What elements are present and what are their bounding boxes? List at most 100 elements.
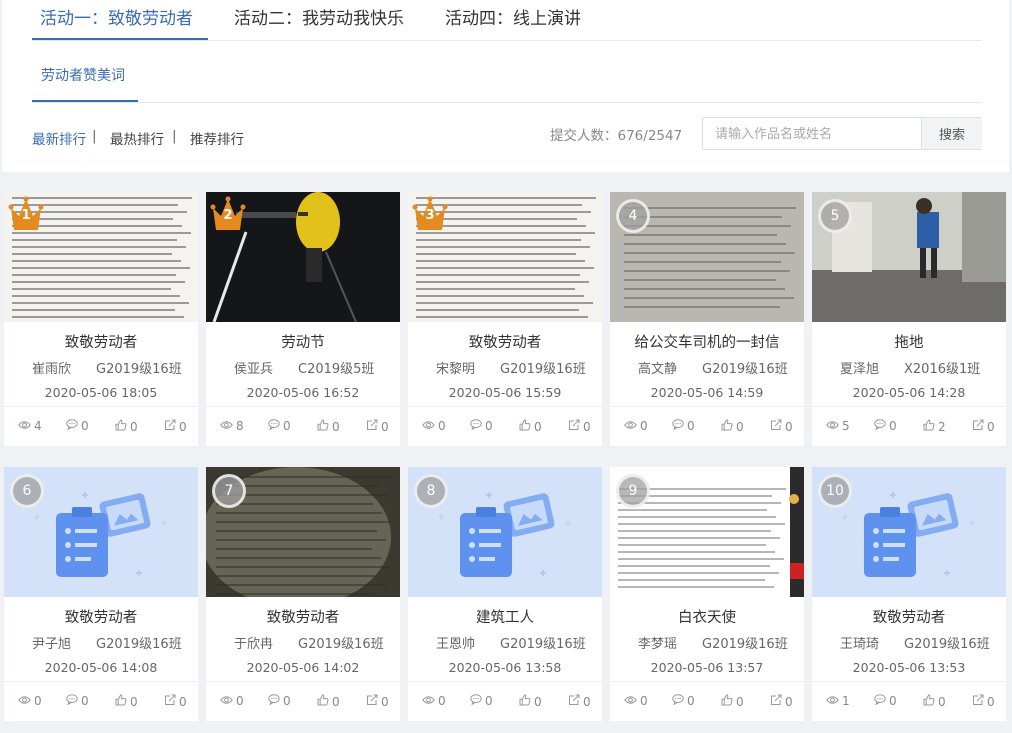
views-count: 0 bbox=[236, 694, 244, 708]
sort-hottest[interactable]: 最热排行 bbox=[110, 128, 164, 148]
author-class: G2019级16班 bbox=[298, 637, 384, 652]
rank-badge: 10 bbox=[818, 474, 852, 508]
comments-stat[interactable]: 0 bbox=[66, 694, 89, 708]
rank-number: 9 bbox=[628, 483, 638, 499]
work-card[interactable]: 4 给公交车司机的一封信 高文静 G2019级16班 2020-05-06 14… bbox=[610, 192, 804, 446]
views-stat: 0 bbox=[422, 694, 446, 708]
author-class: C2019级5班 bbox=[298, 362, 375, 377]
views-stat: 8 bbox=[220, 419, 244, 433]
rank-number: 3 bbox=[425, 208, 435, 223]
work-title[interactable]: 劳动节 bbox=[206, 331, 400, 352]
rank-badge: 7 bbox=[212, 474, 246, 508]
submit-date: 2020-05-06 18:05 bbox=[44, 385, 158, 400]
eye-icon bbox=[18, 694, 34, 708]
comments-stat[interactable]: 0 bbox=[874, 694, 897, 708]
tab-activity-1[interactable]: 活动一：致敬劳动者 bbox=[40, 4, 193, 29]
comments-stat[interactable]: 0 bbox=[268, 419, 291, 433]
likes-stat[interactable]: 0 bbox=[519, 419, 542, 434]
card-stats: 0 0 0 0 bbox=[610, 681, 804, 721]
work-title[interactable]: 给公交车司机的一封信 bbox=[610, 331, 804, 352]
shares-stat[interactable]: 0 bbox=[770, 694, 793, 709]
thumbs-up-icon bbox=[317, 419, 332, 434]
shares-count: 0 bbox=[381, 419, 389, 434]
shares-stat[interactable]: 0 bbox=[366, 694, 389, 709]
likes-stat[interactable]: 0 bbox=[519, 694, 542, 709]
shares-stat[interactable]: 0 bbox=[770, 419, 793, 434]
subtabs: 劳动者赞美词 bbox=[32, 41, 982, 103]
search-input[interactable] bbox=[703, 118, 921, 149]
shares-stat[interactable]: 0 bbox=[972, 694, 995, 709]
comments-stat[interactable]: 0 bbox=[874, 419, 897, 433]
eye-icon bbox=[18, 419, 34, 433]
comments-stat[interactable]: 0 bbox=[470, 419, 493, 433]
comments-stat[interactable]: 0 bbox=[268, 694, 291, 708]
work-title[interactable]: 致敬劳动者 bbox=[4, 606, 198, 627]
comments-stat[interactable]: 0 bbox=[66, 419, 89, 433]
submit-date: 2020-05-06 14:28 bbox=[852, 385, 966, 400]
work-card[interactable]: 9 白衣天使 李梦瑶 G2019级16班 2020-05-06 13:57 0 … bbox=[610, 467, 804, 721]
share-icon bbox=[366, 694, 381, 709]
author-name: 于欣冉 bbox=[234, 637, 274, 652]
work-card[interactable]: 6 致敬劳动者 尹子旭 G2019级16班 2020-05-06 14:08 0… bbox=[4, 467, 198, 721]
search-button[interactable]: 搜索 bbox=[921, 118, 982, 149]
comments-stat[interactable]: 0 bbox=[470, 694, 493, 708]
submit-date: 2020-05-06 13:57 bbox=[650, 660, 764, 675]
work-card[interactable]: 1 致敬劳动者 崔雨欣 G2019级16班 2020-05-06 18:05 4… bbox=[4, 192, 198, 446]
shares-count: 0 bbox=[179, 419, 187, 434]
shares-stat[interactable]: 0 bbox=[164, 694, 187, 709]
work-title[interactable]: 致敬劳动者 bbox=[812, 606, 1006, 627]
likes-stat[interactable]: 0 bbox=[721, 694, 744, 709]
likes-count: 0 bbox=[938, 694, 946, 709]
work-card[interactable]: 8 建筑工人 王恩帅 G2019级16班 2020-05-06 13:58 0 … bbox=[408, 467, 602, 721]
likes-stat[interactable]: 0 bbox=[115, 694, 138, 709]
author-class: G2019级16班 bbox=[904, 637, 990, 652]
shares-stat[interactable]: 0 bbox=[972, 419, 995, 434]
tab-activity-2[interactable]: 活动二：我劳动我快乐 bbox=[234, 4, 404, 29]
work-card[interactable]: 5 拖地 夏泽旭 X2016级1班 2020-05-06 14:28 5 0 2… bbox=[812, 192, 1006, 446]
work-card[interactable]: 2 劳动节 侯亚兵 C2019级5班 2020-05-06 16:52 8 0 … bbox=[206, 192, 400, 446]
shares-stat[interactable]: 0 bbox=[568, 694, 591, 709]
comments-stat[interactable]: 0 bbox=[672, 419, 695, 433]
rank-badge: 6 bbox=[10, 474, 44, 508]
sort-recommended[interactable]: 推荐排行 bbox=[190, 128, 244, 148]
rank-number: 5 bbox=[830, 208, 840, 224]
likes-stat[interactable]: 2 bbox=[923, 419, 946, 434]
header-panel: 活动一：致敬劳动者 活动二：我劳动我快乐 活动四：线上演讲 劳动者赞美词 最新排… bbox=[2, 0, 1009, 172]
rank-number: 6 bbox=[22, 483, 32, 499]
views-count: 0 bbox=[640, 694, 648, 708]
work-card[interactable]: 3 致敬劳动者 宋黎明 G2019级16班 2020-05-06 15:59 0… bbox=[408, 192, 602, 446]
work-card[interactable]: 7 致敬劳动者 于欣冉 G2019级16班 2020-05-06 14:02 0… bbox=[206, 467, 400, 721]
share-icon bbox=[770, 694, 785, 709]
share-icon bbox=[770, 419, 785, 434]
likes-stat[interactable]: 0 bbox=[317, 694, 340, 709]
work-title[interactable]: 建筑工人 bbox=[408, 606, 602, 627]
work-title[interactable]: 致敬劳动者 bbox=[408, 331, 602, 352]
work-title[interactable]: 致敬劳动者 bbox=[4, 331, 198, 352]
shares-stat[interactable]: 0 bbox=[164, 419, 187, 434]
thumbs-up-icon bbox=[923, 694, 938, 709]
comment-icon bbox=[470, 694, 485, 708]
shares-count: 0 bbox=[785, 419, 793, 434]
rank-badge: 8 bbox=[414, 474, 448, 508]
likes-stat[interactable]: 0 bbox=[721, 419, 744, 434]
work-title[interactable]: 致敬劳动者 bbox=[206, 606, 400, 627]
shares-stat[interactable]: 0 bbox=[568, 419, 591, 434]
thumbs-up-icon bbox=[317, 694, 332, 709]
author-class: G2019级16班 bbox=[96, 362, 182, 377]
search-box: 搜索 bbox=[702, 117, 982, 150]
likes-stat[interactable]: 0 bbox=[923, 694, 946, 709]
views-count: 5 bbox=[842, 419, 850, 433]
author-class: G2019级16班 bbox=[702, 362, 788, 377]
tab-praise-words[interactable]: 劳动者赞美词 bbox=[41, 65, 125, 85]
sort-latest[interactable]: 最新排行 bbox=[32, 128, 86, 148]
active-subtab-indicator bbox=[32, 100, 138, 102]
comments-stat[interactable]: 0 bbox=[672, 694, 695, 708]
likes-stat[interactable]: 0 bbox=[317, 419, 340, 434]
work-card[interactable]: 10 致敬劳动者 王琦琦 G2019级16班 2020-05-06 13:53 … bbox=[812, 467, 1006, 721]
shares-stat[interactable]: 0 bbox=[366, 419, 389, 434]
submission-count: 提交人数：676/2547 bbox=[550, 128, 683, 144]
work-title[interactable]: 拖地 bbox=[812, 331, 1006, 352]
tab-activity-4[interactable]: 活动四：线上演讲 bbox=[445, 4, 581, 29]
likes-stat[interactable]: 0 bbox=[115, 419, 138, 434]
work-title[interactable]: 白衣天使 bbox=[610, 606, 804, 627]
